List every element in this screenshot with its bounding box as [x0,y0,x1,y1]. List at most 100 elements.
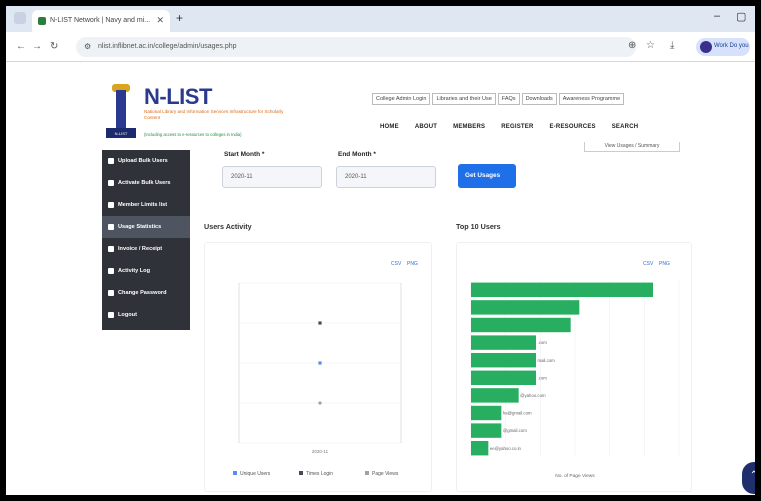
x-axis-label: No. of Page Views [555,473,595,479]
legend-label: Times Login [306,471,333,477]
sidebar-item-activate-bulk-users[interactable]: Activate Bulk Users [102,172,190,194]
sidebar-item-label: Member Limits list [118,202,168,208]
view-usages-link[interactable]: View Usages / Summary [584,142,680,152]
bar [471,282,653,298]
top-links: College Admin Login Libraries and their … [372,93,626,105]
bar-label: ha@gmail.com [503,411,532,416]
profile-label: Work Do you [714,43,749,49]
logout-icon [108,312,114,318]
url-field[interactable]: ⚙ nlist.inflibnet.ac.in/college/admin/us… [76,37,636,57]
legend-swatch [233,471,237,475]
sidebar-item-member-limits[interactable]: Member Limits list [102,194,190,216]
reload-icon[interactable]: ↻ [50,41,58,52]
top-link-downloads[interactable]: Downloads [521,93,557,105]
start-month-label: Start Month * [224,151,265,158]
close-tab-icon[interactable]: ✕ [156,15,164,26]
invoice-icon [108,246,114,252]
top-link-libraries[interactable]: Libraries and their Use [432,93,496,105]
legend-label: Page Views [372,471,399,477]
top-link-faqs[interactable]: FAQs [497,93,520,105]
browser-window: N-LIST Network | Navy and mi... ✕ + – ▢ … [6,6,755,495]
top-users-title: Top 10 Users [456,222,501,231]
avatar [700,41,712,53]
list-icon [108,202,114,208]
bar [471,440,489,456]
chart-icon [108,224,114,230]
bar-label: @gmail.com [503,428,527,433]
bar-label: .com [538,375,548,380]
users-activity-chart: 2020-11 Unique Users Times Login Page Views [233,282,402,477]
logo-pillar [116,90,126,130]
admin-sidebar: Upload Bulk Users Activate Bulk Users Me… [102,150,190,330]
nav-e-resources[interactable]: E-RESOURCES [550,124,596,130]
zoom-icon[interactable]: ⊕ [628,40,636,51]
main-nav: HOME ABOUT MEMBERS REGISTER E-RESOURCES … [380,124,654,130]
bookmark-star-icon[interactable]: ☆ [646,40,655,51]
get-usages-button[interactable]: Get Usages [458,164,516,188]
sidebar-item-change-password[interactable]: Change Password [102,282,190,304]
forward-icon[interactable]: → [32,41,42,52]
top-users-chart: .com mail.com .com @yahoo.com ha@gmail.com @g… [470,281,680,479]
site-tagline-sub: (Including access to e-resources to coll… [144,132,242,137]
users-activity-title: Users Activity [204,222,252,231]
bar [471,335,536,350]
top-link-college-admin-login[interactable]: College Admin Login [372,93,431,105]
back-icon[interactable]: ← [16,41,26,52]
sidebar-item-label: Change Password [118,290,167,296]
sidebar-item-invoice-receipt[interactable]: Invoice / Receipt [102,238,190,260]
bar [471,300,580,315]
legend-swatch [365,471,369,475]
users-activity-card: CSV PNG 2020-11 Unique Users Times Login Pa… [204,242,432,492]
bar [471,370,536,386]
legend-swatch [299,471,303,475]
sidebar-item-label: Activity Log [118,268,151,274]
logo-base-text: N-LIST [106,128,136,138]
bar-label: .com [538,340,548,345]
end-month-label: End Month * [338,151,376,158]
sidebar-item-label: Upload Bulk Users [118,158,168,164]
sidebar-item-label: Usage Statistics [118,224,162,230]
bar [471,388,519,403]
site-tagline: National Library and Information Service… [144,109,284,120]
site-favicon-icon [38,17,46,25]
minimize-icon[interactable]: – [714,10,720,22]
sidebar-item-activity-log[interactable]: Activity Log [102,260,190,282]
chevron-up-icon: ⌃ [749,470,755,481]
profile-button[interactable]: Work Do you [696,38,750,56]
bar-label: ee@yahoo.co.in [490,446,522,451]
data-point-page-views [318,401,322,405]
x-tick-label: 2020-11 [312,449,329,454]
site-info-icon[interactable]: ⚙ [84,42,91,51]
tab-bar: N-LIST Network | Navy and mi... ✕ + – ▢ [6,6,755,32]
bar [471,423,502,438]
nav-members[interactable]: MEMBERS [453,124,485,130]
sidebar-item-usage-statistics[interactable]: Usage Statistics [102,216,190,238]
sidebar-item-label: Invoice / Receipt [118,246,163,252]
tab-title: N-LIST Network | Navy and mi... [50,17,151,24]
nav-register[interactable]: REGISTER [501,124,533,130]
sidebar-item-label: Activate Bulk Users [118,180,171,186]
maximize-icon[interactable]: ▢ [736,10,746,23]
sidebar-item-logout[interactable]: Logout [102,304,190,326]
site-brand[interactable]: N-LIST [144,84,212,110]
tab-search-icon[interactable] [14,12,26,24]
end-month-input[interactable]: 2020-11 [336,166,436,188]
users-icon [108,180,114,186]
data-point-unique-users [318,361,322,365]
new-tab-icon[interactable]: + [176,11,183,25]
download-icon[interactable]: ⤓ [670,40,674,51]
nlist-logo[interactable]: N-LIST [104,82,138,140]
data-point-times-login [318,321,322,325]
nav-about[interactable]: ABOUT [415,124,437,130]
key-icon [108,290,114,296]
upload-icon [108,158,114,164]
browser-tab[interactable]: N-LIST Network | Navy and mi... ✕ [32,10,170,32]
nav-home[interactable]: HOME [380,124,399,130]
bar-label: mail.com [538,358,556,363]
sidebar-item-upload-bulk-users[interactable]: Upload Bulk Users [102,150,190,172]
nav-search[interactable]: SEARCH [612,124,639,130]
top-link-awareness-programme[interactable]: Awareness Programme [558,93,625,105]
scroll-top-button[interactable]: ⌃ [742,462,755,494]
start-month-input[interactable]: 2020-11 [222,166,322,188]
url-text: nlist.inflibnet.ac.in/college/admin/usag… [98,43,237,50]
